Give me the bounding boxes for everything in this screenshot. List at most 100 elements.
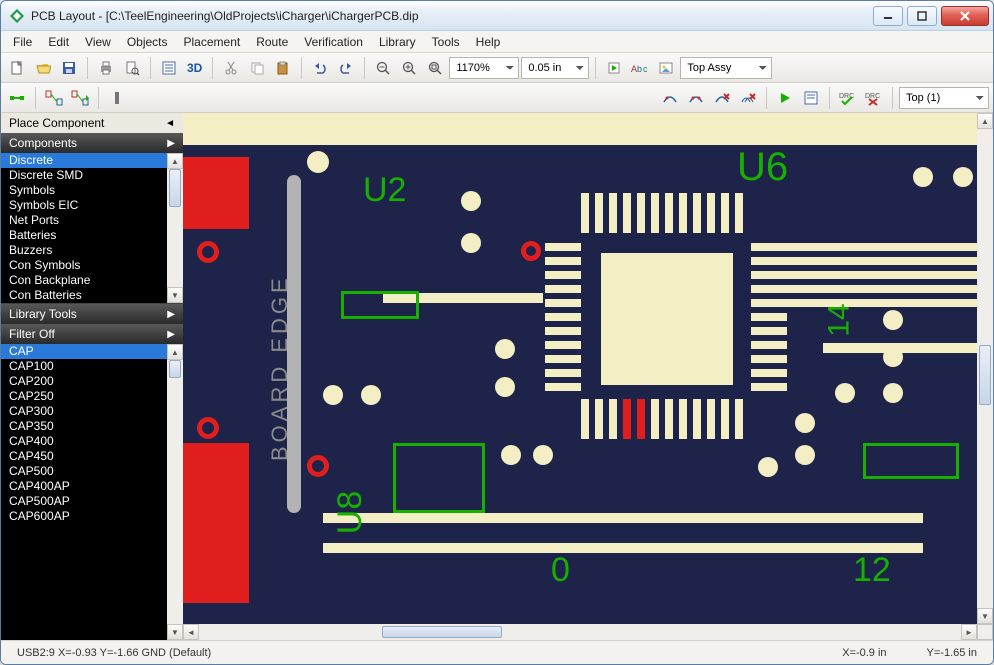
zoom-in-button[interactable] <box>397 56 421 80</box>
menu-route[interactable]: Route <box>248 33 296 51</box>
component-item[interactable]: CAP400 <box>1 434 183 449</box>
cut-button[interactable] <box>219 56 243 80</box>
menu-edit[interactable]: Edit <box>40 33 77 51</box>
category-item[interactable]: Buzzers <box>1 243 183 258</box>
menu-objects[interactable]: Objects <box>119 33 176 51</box>
svg-text:DRC: DRC <box>839 93 854 100</box>
print-button[interactable] <box>94 56 118 80</box>
category-list[interactable]: Discrete Discrete SMD Symbols Symbols EI… <box>1 153 183 304</box>
board-edge-label: BOARD EDGE <box>267 274 293 461</box>
menu-tools[interactable]: Tools <box>424 33 468 51</box>
canvas-vscrollbar[interactable]: ▲▼ <box>977 113 993 624</box>
menu-library[interactable]: Library <box>371 33 424 51</box>
route-tool-2[interactable] <box>42 86 66 110</box>
redo-button[interactable] <box>334 56 358 80</box>
titles-button[interactable] <box>157 56 181 80</box>
menu-view[interactable]: View <box>77 33 119 51</box>
category-item[interactable]: Con Backplane <box>1 273 183 288</box>
app-window: PCB Layout - [C:\TeelEngineering\OldProj… <box>0 0 994 665</box>
component-item[interactable]: CAP450 <box>1 449 183 464</box>
3d-button[interactable]: 3D <box>183 61 206 75</box>
component-item[interactable]: CAP350 <box>1 419 183 434</box>
component-item[interactable]: CAP600AP <box>1 509 183 524</box>
component-scrollbar[interactable]: ▲▼ <box>167 344 183 640</box>
component-item[interactable]: CAP100 <box>1 359 183 374</box>
route-tool-4[interactable] <box>105 86 129 110</box>
zoom-out-button[interactable] <box>371 56 395 80</box>
undo-button[interactable] <box>308 56 332 80</box>
component-item[interactable]: CAP <box>1 344 183 359</box>
copy-button[interactable] <box>245 56 269 80</box>
silk-u2: U2 <box>363 171 406 210</box>
library-tools-header[interactable]: Library Tools▶ <box>1 304 183 324</box>
paste-button[interactable] <box>271 56 295 80</box>
drc-on-button[interactable]: DRC <box>836 86 860 110</box>
zoom-window-button[interactable] <box>423 56 447 80</box>
silk-u8: U8 <box>331 491 370 534</box>
window-title: PCB Layout - [C:\TeelEngineering\OldProj… <box>31 9 419 23</box>
menu-placement[interactable]: Placement <box>176 33 249 51</box>
category-scrollbar[interactable]: ▲▼ <box>167 153 183 303</box>
category-item[interactable]: Batteries <box>1 228 183 243</box>
place-component-header[interactable]: Place Component◄ <box>1 113 183 133</box>
route-delete-all[interactable] <box>736 86 760 110</box>
tool-a-button[interactable] <box>602 56 626 80</box>
status-x: X=-0.9 in <box>834 647 894 659</box>
save-button[interactable] <box>57 56 81 80</box>
pcb-canvas[interactable]: BOARD EDGE <box>183 113 993 624</box>
grid-combo[interactable]: 0.05 in <box>521 57 589 79</box>
category-item[interactable]: Discrete <box>1 153 183 168</box>
route-tool-1[interactable] <box>5 86 29 110</box>
component-item[interactable]: CAP250 <box>1 389 183 404</box>
preview-button[interactable] <box>120 56 144 80</box>
component-item[interactable]: CAP200 <box>1 374 183 389</box>
menu-help[interactable]: Help <box>468 33 509 51</box>
component-item[interactable]: CAP500 <box>1 464 183 479</box>
titlebar[interactable]: PCB Layout - [C:\TeelEngineering\OldProj… <box>1 1 993 31</box>
component-item[interactable]: CAP500AP <box>1 494 183 509</box>
route-delete[interactable] <box>710 86 734 110</box>
canvas-hscrollbar[interactable]: ◄► <box>183 624 993 640</box>
component-item[interactable]: CAP400AP <box>1 479 183 494</box>
route-curve-2[interactable] <box>684 86 708 110</box>
silk-u6: U6 <box>737 145 788 190</box>
close-button[interactable] <box>941 6 989 26</box>
status-y: Y=-1.65 in <box>919 647 985 659</box>
toolbar-main: 3D 1170% 0.05 in Abc Top Assy <box>1 53 993 83</box>
silk-u12: 12 <box>853 551 891 590</box>
svg-text:c: c <box>643 64 648 74</box>
maximize-button[interactable] <box>907 6 937 26</box>
route-curve-1[interactable] <box>658 86 682 110</box>
component-list[interactable]: CAP CAP100 CAP200 CAP250 CAP300 CAP350 C… <box>1 344 183 640</box>
new-button[interactable] <box>5 56 29 80</box>
category-item[interactable]: Symbols <box>1 183 183 198</box>
tool-img-button[interactable] <box>654 56 678 80</box>
category-item[interactable]: Con Batteries <box>1 288 183 303</box>
open-button[interactable] <box>31 56 55 80</box>
run-button[interactable] <box>773 86 797 110</box>
statusbar: USB2:9 X=-0.93 Y=-1.66 GND (Default) X=-… <box>1 640 993 664</box>
route-layer-combo[interactable]: Top (1) <box>899 87 989 109</box>
minimize-button[interactable] <box>873 6 903 26</box>
svg-text:b: b <box>637 64 642 74</box>
tool-abc-button[interactable]: Abc <box>628 56 652 80</box>
sidebar: Place Component◄ Components▶ Discrete Di… <box>1 113 183 640</box>
menu-file[interactable]: File <box>5 33 40 51</box>
silk-u0: 0 <box>551 551 570 590</box>
zoom-combo[interactable]: 1170% <box>449 57 519 79</box>
filter-header[interactable]: Filter Off▶ <box>1 324 183 344</box>
category-item[interactable]: Symbols EIC <box>1 198 183 213</box>
status-left: USB2:9 X=-0.93 Y=-1.66 GND (Default) <box>9 647 219 659</box>
route-tool-3[interactable] <box>68 86 92 110</box>
silk-u14: 14 <box>823 303 857 336</box>
menu-verification[interactable]: Verification <box>296 33 371 51</box>
list-button[interactable] <box>799 86 823 110</box>
layer-combo[interactable]: Top Assy <box>680 57 772 79</box>
toolbar-route: DRC DRC Top (1) <box>1 83 993 113</box>
category-item[interactable]: Net Ports <box>1 213 183 228</box>
component-item[interactable]: CAP300 <box>1 404 183 419</box>
drc-off-button[interactable]: DRC <box>862 86 886 110</box>
components-header[interactable]: Components▶ <box>1 133 183 153</box>
category-item[interactable]: Discrete SMD <box>1 168 183 183</box>
category-item[interactable]: Con Symbols <box>1 258 183 273</box>
